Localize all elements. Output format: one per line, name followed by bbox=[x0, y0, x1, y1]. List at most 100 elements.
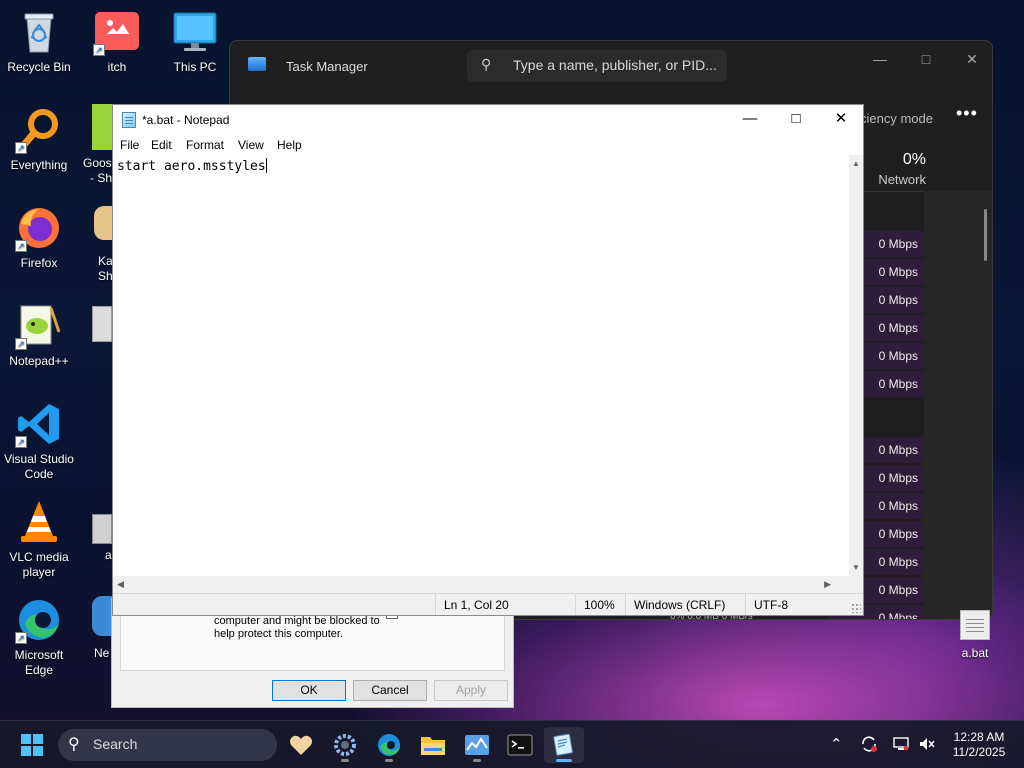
scroll-up-icon[interactable]: ▲ bbox=[851, 159, 861, 168]
taskbar-edge[interactable] bbox=[369, 727, 409, 763]
application-icon bbox=[92, 514, 112, 544]
desktop-icon-goose-partial[interactable]: Goos - Sh bbox=[82, 104, 112, 188]
apply-button[interactable]: Apply bbox=[434, 680, 508, 701]
desktop-icon-label: itch bbox=[107, 60, 127, 74]
scroll-left-icon[interactable]: ◀ bbox=[117, 579, 124, 590]
taskbar-task-manager[interactable] bbox=[457, 727, 497, 763]
scroll-down-icon[interactable]: ▼ bbox=[851, 563, 861, 572]
taskbar: ⚲ Search ⌃ 12:28 AM 11/2/2025 bbox=[0, 720, 1024, 768]
search-input[interactable]: ⚲ Type a name, publisher, or PID... bbox=[467, 50, 727, 82]
vertical-scrollbar[interactable]: ▲ ▼ bbox=[849, 155, 863, 576]
recycle-bin-icon bbox=[15, 8, 63, 56]
clock-time: 12:28 AM bbox=[953, 730, 1005, 744]
system-clock[interactable]: 12:28 AM 11/2/2025 bbox=[944, 730, 1014, 760]
status-bar: Ln 1, Col 20 100% Windows (CRLF) UTF-8 bbox=[113, 593, 863, 615]
itch-icon: ↗ bbox=[93, 8, 141, 56]
desktop-icon-vlc[interactable]: VLC media player bbox=[0, 498, 78, 580]
taskbar-terminal[interactable] bbox=[500, 727, 540, 763]
task-manager-icon bbox=[248, 57, 266, 71]
desktop-icon-notepad-plus-plus[interactable]: ↗ Notepad++ bbox=[0, 302, 78, 369]
network-icon[interactable] bbox=[892, 735, 910, 757]
scroll-right-icon[interactable]: ▶ bbox=[824, 579, 831, 590]
resize-grip-icon[interactable] bbox=[851, 603, 861, 613]
task-manager-icon bbox=[465, 735, 489, 755]
show-hidden-icons-chevron-icon[interactable]: ⌃ bbox=[830, 735, 843, 753]
desktop-icon-edge[interactable]: ↗ Microsoft Edge bbox=[0, 596, 78, 678]
editor-text: start aero.msstyles bbox=[117, 159, 266, 174]
menu-help[interactable]: Help bbox=[277, 138, 302, 152]
editor-content[interactable]: start aero.msstyles bbox=[117, 158, 267, 174]
desktop-icon-itch[interactable]: ↗ itch bbox=[78, 8, 156, 75]
desktop-icon-label: Goos bbox=[83, 156, 112, 170]
scrollbar-thumb[interactable] bbox=[984, 209, 987, 261]
menu-format[interactable]: Format bbox=[186, 138, 224, 152]
shortcut-arrow-icon: ↗ bbox=[15, 240, 27, 252]
sync-status-icon[interactable] bbox=[860, 735, 878, 757]
desktop-icon-recycle-bin[interactable]: Recycle Bin bbox=[0, 8, 78, 75]
network-label: Network bbox=[878, 172, 926, 187]
volume-muted-icon[interactable] bbox=[918, 735, 936, 757]
horizontal-scrollbar[interactable]: ◀ ▶ bbox=[113, 576, 849, 593]
desktop-icon-this-pc[interactable]: This PC bbox=[156, 8, 234, 75]
menu-bar: File Edit Format View Help bbox=[113, 135, 863, 155]
taskbar-widgets[interactable] bbox=[281, 727, 321, 763]
desktop-icon-a-bat[interactable]: a.bat bbox=[946, 610, 1004, 660]
warning-line: help protect this computer. bbox=[214, 628, 344, 640]
taskbar-notepad[interactable] bbox=[544, 727, 584, 763]
search-icon: ⚲ bbox=[68, 736, 80, 753]
minimize-button[interactable]: — bbox=[727, 105, 773, 135]
security-warning-text: computer and might be blocked to help pr… bbox=[214, 615, 380, 641]
desktop-icon-everything[interactable]: ↗ Everything bbox=[0, 106, 78, 173]
more-options-icon[interactable]: ••• bbox=[956, 103, 978, 124]
notepad-icon bbox=[122, 112, 136, 128]
minimize-button[interactable]: — bbox=[857, 45, 903, 73]
bat-file-icon bbox=[960, 610, 990, 640]
desktop-icon-label: Visual Studio Code bbox=[4, 452, 74, 481]
notepad-window[interactable]: *a.bat - Notepad — □ ✕ File Edit Format … bbox=[112, 104, 864, 616]
shortcut-arrow-icon: ↗ bbox=[15, 436, 27, 448]
desktop-icon-label: Sh bbox=[98, 269, 112, 283]
maximize-button[interactable]: □ bbox=[903, 45, 949, 73]
menu-edit[interactable]: Edit bbox=[151, 138, 172, 152]
desktop-icon-label: Microsoft Edge bbox=[14, 648, 64, 677]
close-button[interactable]: ✕ bbox=[818, 105, 864, 135]
running-indicator bbox=[473, 759, 481, 762]
desktop-icon-a-partial[interactable]: a bbox=[90, 510, 112, 566]
taskbar-file-explorer[interactable] bbox=[413, 727, 453, 763]
running-indicator bbox=[385, 759, 393, 762]
this-pc-icon bbox=[171, 8, 219, 56]
scrollbar[interactable] bbox=[924, 191, 992, 619]
maximize-button[interactable]: □ bbox=[773, 105, 819, 135]
efficiency-mode-button[interactable]: ciency mode bbox=[860, 111, 933, 126]
text-editor[interactable]: start aero.msstyles bbox=[113, 155, 849, 576]
ka-icon bbox=[94, 206, 112, 240]
desktop-icon-ne-partial[interactable]: Ne bbox=[92, 594, 112, 664]
desktop-icon-label: Recycle Bin bbox=[7, 60, 71, 74]
window-title: Task Manager bbox=[286, 59, 368, 74]
shortcut-arrow-icon: ↗ bbox=[15, 142, 27, 154]
shortcut-arrow-icon: ↗ bbox=[15, 338, 27, 350]
ok-button[interactable]: OK bbox=[272, 680, 346, 701]
desktop-icon-partial-3[interactable] bbox=[92, 306, 112, 346]
menu-file[interactable]: File bbox=[120, 138, 139, 152]
taskbar-settings[interactable] bbox=[325, 727, 365, 763]
desktop-icon-label: Ne bbox=[94, 646, 110, 660]
close-button[interactable]: ✕ bbox=[949, 45, 992, 73]
desktop-icon-vscode[interactable]: ↗ Visual Studio Code bbox=[0, 400, 78, 482]
edge-icon bbox=[378, 734, 400, 756]
notepad-plus-plus-icon: ↗ bbox=[15, 302, 63, 350]
clock-date: 11/2/2025 bbox=[952, 745, 1006, 759]
firefox-icon: ↗ bbox=[15, 204, 63, 252]
start-button[interactable] bbox=[12, 727, 52, 763]
running-indicator bbox=[341, 759, 349, 762]
widgets-icon bbox=[290, 735, 312, 755]
cancel-button[interactable]: Cancel bbox=[353, 680, 427, 701]
taskbar-search[interactable]: ⚲ Search bbox=[58, 729, 277, 761]
desktop-icon-label: Notepad++ bbox=[9, 354, 69, 368]
desktop-icon-firefox[interactable]: ↗ Firefox bbox=[0, 204, 78, 271]
network-column-header[interactable]: 0% Network bbox=[860, 151, 926, 187]
menu-view[interactable]: View bbox=[238, 138, 264, 152]
desktop-icon-ka-partial[interactable]: Ka Sh bbox=[90, 206, 112, 286]
title-bar[interactable]: *a.bat - Notepad — □ ✕ bbox=[113, 105, 863, 135]
edge-icon: ↗ bbox=[15, 596, 63, 644]
